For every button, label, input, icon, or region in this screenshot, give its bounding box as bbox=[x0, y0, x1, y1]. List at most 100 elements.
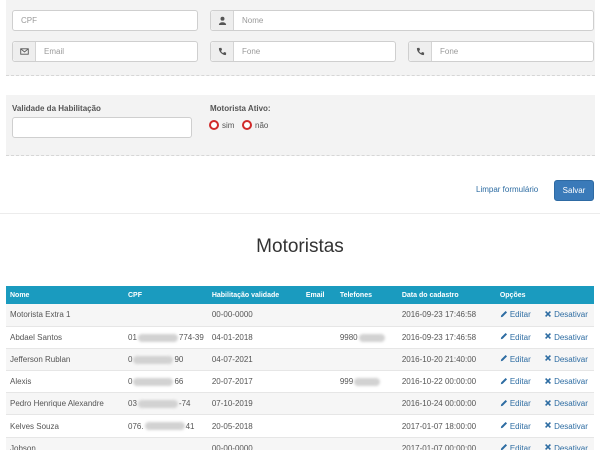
cell-cpf bbox=[124, 437, 208, 450]
deactivate-label: Desativar bbox=[554, 443, 588, 450]
nome-input[interactable] bbox=[242, 11, 587, 30]
cell-email bbox=[301, 392, 336, 416]
page-title: Motoristas bbox=[256, 236, 344, 257]
cell-opcoes: Editar Desativar bbox=[495, 392, 594, 416]
radio-nao-label: não bbox=[255, 120, 269, 130]
pencil-icon bbox=[500, 332, 508, 342]
table-row: Motorista Extra 1 00-00-0000 2016-09-23 17… bbox=[6, 304, 594, 327]
divider bbox=[0, 213, 600, 214]
cpf-suffix: 774-39 bbox=[178, 332, 204, 342]
deactivate-link[interactable]: Desativar bbox=[544, 421, 588, 431]
close-icon bbox=[544, 310, 552, 320]
fone-input-1[interactable] bbox=[242, 42, 389, 61]
cell-cpf: 0 90 bbox=[124, 348, 208, 372]
cpf-suffix: -74 bbox=[178, 399, 191, 409]
deactivate-label: Desativar bbox=[554, 332, 588, 342]
radio-sim[interactable]: sim bbox=[209, 120, 234, 130]
deactivate-link[interactable]: Desativar bbox=[544, 310, 588, 320]
cell-nome: Jobson bbox=[6, 437, 124, 450]
edit-label: Editar bbox=[509, 377, 531, 387]
deactivate-label: Desativar bbox=[554, 377, 588, 387]
edit-link[interactable]: Editar bbox=[500, 310, 531, 320]
column-header: Habilitação validade bbox=[211, 291, 280, 299]
cpf-suffix: 41 bbox=[185, 421, 195, 431]
cell-validade: 00-00-0000 bbox=[207, 304, 302, 327]
fone-input-2[interactable] bbox=[440, 42, 587, 61]
validade-field[interactable] bbox=[12, 117, 192, 138]
deactivate-link[interactable]: Desativar bbox=[544, 354, 588, 364]
edit-link[interactable]: Editar bbox=[500, 421, 531, 431]
cell-cpf: 076. 41 bbox=[124, 414, 208, 438]
edit-link[interactable]: Editar bbox=[500, 399, 531, 409]
phone-icon bbox=[211, 42, 234, 61]
pencil-icon bbox=[500, 443, 508, 450]
cpf-suffix: 90 bbox=[174, 354, 184, 364]
deactivate-label: Desativar bbox=[554, 310, 588, 320]
column-header: Email bbox=[305, 291, 325, 299]
cell-opcoes: Editar Desativar bbox=[495, 414, 594, 438]
validade-input[interactable] bbox=[21, 118, 185, 137]
cpf-field[interactable] bbox=[12, 10, 198, 31]
column-header: CPF bbox=[128, 291, 142, 299]
close-icon bbox=[544, 354, 552, 364]
drivers-table: Nome CPF Habilitação validade Email Tele… bbox=[6, 286, 594, 450]
cell-data-cadastro: 2016-10-20 21:40:00 bbox=[397, 348, 496, 372]
cell-nome: Kelves Souza bbox=[6, 414, 124, 438]
cell-email bbox=[301, 414, 336, 438]
redacted-block bbox=[354, 378, 381, 387]
cell-opcoes: Editar Desativar bbox=[495, 326, 594, 349]
cell-email bbox=[301, 437, 336, 450]
cpf-input[interactable] bbox=[21, 11, 191, 30]
deactivate-link[interactable]: Desativar bbox=[544, 377, 588, 387]
cell-nome: Motorista Extra 1 bbox=[6, 304, 124, 327]
cell-email bbox=[301, 304, 336, 327]
cell-data-cadastro: 2016-09-23 17:46:58 bbox=[397, 304, 496, 327]
radio-circle-icon[interactable] bbox=[242, 120, 252, 130]
radio-circle-icon[interactable] bbox=[209, 120, 219, 130]
cpf-prefix: 03 bbox=[128, 399, 137, 409]
email-input[interactable] bbox=[44, 42, 191, 61]
cell-cpf: 0 66 bbox=[124, 370, 208, 394]
nome-field[interactable] bbox=[210, 10, 594, 31]
pencil-icon bbox=[500, 377, 508, 387]
deactivate-link[interactable]: Desativar bbox=[544, 399, 588, 409]
edit-label: Editar bbox=[509, 421, 531, 431]
clear-form-link[interactable]: Limpar formulário bbox=[476, 185, 538, 194]
save-button[interactable]: Salvar bbox=[554, 180, 594, 201]
edit-label: Editar bbox=[509, 443, 531, 450]
edit-link[interactable]: Editar bbox=[500, 332, 531, 342]
cell-validade: 20-07-2017 bbox=[207, 370, 302, 394]
fone-field-2[interactable] bbox=[408, 41, 594, 62]
cell-nome: Abdael Santos bbox=[6, 326, 124, 349]
cell-telefones bbox=[335, 304, 398, 327]
table-row: Kelves Souza 076. 41 20-05-2018 2017-01-07 1… bbox=[6, 414, 594, 438]
pencil-icon bbox=[500, 421, 508, 431]
radio-nao[interactable]: não bbox=[242, 120, 268, 130]
edit-label: Editar bbox=[509, 310, 531, 320]
tel-prefix: 999 bbox=[339, 377, 354, 387]
fone-field-1[interactable] bbox=[210, 41, 396, 62]
deactivate-link[interactable]: Desativar bbox=[544, 332, 588, 342]
deactivate-label: Desativar bbox=[554, 399, 588, 409]
edit-link[interactable]: Editar bbox=[500, 443, 531, 450]
edit-link[interactable]: Editar bbox=[500, 354, 531, 364]
cell-data-cadastro: 2017-01-07 18:00:00 bbox=[397, 414, 496, 438]
pencil-icon bbox=[500, 399, 508, 409]
cell-validade: 07-10-2019 bbox=[207, 392, 302, 416]
cpf-prefix: 0 bbox=[128, 354, 133, 364]
cell-telefones bbox=[335, 437, 398, 450]
edit-link[interactable]: Editar bbox=[500, 377, 531, 387]
cell-telefones: 999 bbox=[335, 370, 398, 394]
redacted-block bbox=[133, 355, 174, 364]
email-field[interactable] bbox=[12, 41, 198, 62]
redacted-block bbox=[358, 333, 385, 342]
cell-telefones bbox=[335, 414, 398, 438]
deactivate-link[interactable]: Desativar bbox=[544, 443, 588, 450]
edit-label: Editar bbox=[509, 332, 531, 342]
close-icon bbox=[544, 443, 552, 450]
cell-opcoes: Editar Desativar bbox=[495, 437, 594, 450]
cell-opcoes: Editar Desativar bbox=[495, 370, 594, 394]
close-icon bbox=[544, 377, 552, 387]
license-panel: Validade da Habilitação Motorista Ativo:… bbox=[6, 95, 595, 156]
column-header: Data do cadastro bbox=[401, 291, 459, 299]
